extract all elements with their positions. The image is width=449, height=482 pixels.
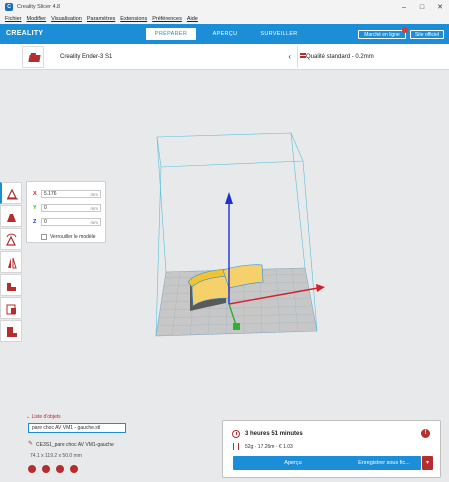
- support-blocker-button[interactable]: [0, 274, 22, 296]
- scale-tool-button[interactable]: [0, 205, 22, 227]
- move-tool-panel: X 5.176 mm Y 0 mm Z 0 mm Verrouiller le …: [26, 181, 106, 243]
- object-action-3-icon[interactable]: [56, 465, 64, 473]
- rotate-icon: [6, 233, 17, 246]
- z-input[interactable]: 0 mm: [41, 217, 101, 226]
- x-unit: mm: [90, 191, 99, 197]
- custom-support-icon: [7, 327, 17, 337]
- info-icon[interactable]: !: [421, 429, 430, 438]
- save-to-file-button[interactable]: Enregistrer sous fic...: [347, 456, 421, 470]
- open-file-button[interactable]: [22, 46, 44, 68]
- menu-bar: Fichier Modifier Visualisation Paramètre…: [0, 14, 449, 24]
- object-action-4-icon[interactable]: [70, 465, 78, 473]
- printer-bar: Creality Ender-3 S1 ‹ Qualité standard -…: [0, 44, 449, 70]
- pencil-icon[interactable]: ✎: [28, 440, 33, 447]
- spool-icon: [233, 443, 239, 450]
- creality-logo: CREALITY: [6, 30, 44, 37]
- y-input[interactable]: 0 mm: [41, 203, 101, 212]
- x-value: 5.176: [44, 190, 57, 197]
- x-row: X 5.176 mm: [33, 189, 101, 198]
- marketplace-button[interactable]: Marché en ligne: [358, 30, 406, 39]
- object-list-toggle[interactable]: ⌄ Liste d'objets: [26, 414, 61, 420]
- clock-icon: [232, 430, 240, 438]
- move-icon: [7, 188, 18, 200]
- app-logo-icon: C: [5, 3, 13, 11]
- printer-name: Creality Ender-3 S1: [60, 54, 113, 60]
- print-time: 3 heures 51 minutes: [245, 431, 303, 437]
- y-unit: mm: [90, 205, 99, 211]
- menu-view[interactable]: Visualisation: [51, 16, 82, 22]
- z-row: Z 0 mm: [33, 217, 101, 226]
- menu-edit[interactable]: Modifier: [27, 16, 47, 22]
- support-blocker-icon: [7, 283, 16, 291]
- object-list-header: Liste d'objets: [31, 414, 61, 420]
- tab-prepare[interactable]: PRÉPARER: [146, 28, 196, 40]
- object-list-item[interactable]: pare choc AV VM1 - gauche.stl: [28, 423, 126, 433]
- print-settings-selector[interactable]: Qualité standard - 0.2mm: [306, 54, 374, 60]
- stage-header: CREALITY PRÉPARER APERÇU SURVEILLER Marc…: [0, 24, 449, 44]
- stage-tabs: PRÉPARER APERÇU SURVEILLER: [146, 28, 308, 40]
- mirror-icon: [8, 257, 17, 269]
- close-icon[interactable]: ✕: [431, 0, 449, 14]
- object-list: ⌄ Liste d'objets pare choc AV VM1 - gauc…: [26, 414, 146, 474]
- scale-icon: [7, 214, 16, 222]
- object-action-2-icon[interactable]: [42, 465, 50, 473]
- menu-file[interactable]: Fichier: [5, 16, 22, 22]
- maximize-icon[interactable]: □: [413, 0, 431, 14]
- save-options-dropdown[interactable]: ▾: [422, 456, 433, 470]
- rotate-tool-button[interactable]: [0, 228, 22, 250]
- menu-extensions[interactable]: Extensions: [120, 16, 147, 22]
- signin-button[interactable]: Site officiel: [410, 30, 444, 39]
- model-dimensions: 74.1 x 119.2 x 50.0 mm: [30, 453, 82, 459]
- tab-preview[interactable]: APERÇU: [200, 28, 250, 40]
- mirror-tool-button[interactable]: [0, 251, 22, 273]
- lock-model-option[interactable]: Verrouiller le modèle: [41, 234, 96, 240]
- z-value: 0: [44, 218, 47, 225]
- z-label: Z: [33, 218, 37, 225]
- per-model-settings-button[interactable]: [0, 297, 22, 319]
- tool-sidebar: [0, 177, 22, 345]
- job-name: CE3S1_pare choc AV VM1-gauche: [36, 442, 114, 448]
- per-model-icon: [6, 304, 16, 315]
- y-label: Y: [33, 204, 37, 211]
- job-action-panel: 3 heures 51 minutes ! 52g · 17.26m · € 1…: [222, 420, 441, 478]
- menu-preferences[interactable]: Préférences: [152, 16, 182, 22]
- folder-icon: [28, 55, 41, 62]
- y-row: Y 0 mm: [33, 203, 101, 212]
- lock-model-label: Verrouiller le modèle: [50, 234, 96, 240]
- y-value: 0: [44, 204, 47, 211]
- title-bar: C Creality Slicer 4.8 – □ ✕: [0, 0, 449, 14]
- chevron-left-icon: ‹: [288, 52, 291, 61]
- window-title: Creality Slicer 4.8: [17, 4, 61, 10]
- x-label: X: [33, 190, 37, 197]
- custom-support-button[interactable]: [0, 320, 22, 342]
- quality-settings-icon: [300, 53, 306, 60]
- tab-monitor[interactable]: SURVEILLER: [254, 28, 304, 40]
- notification-badge: [402, 27, 408, 33]
- move-tool-button[interactable]: [0, 182, 22, 204]
- object-action-1-icon[interactable]: [28, 465, 36, 473]
- object-actions: [28, 465, 84, 473]
- minimize-icon[interactable]: –: [395, 0, 413, 14]
- lock-model-checkbox[interactable]: [41, 234, 47, 240]
- preview-button[interactable]: Aperçu: [233, 456, 353, 470]
- x-input[interactable]: 5.176 mm: [41, 189, 101, 198]
- menu-help[interactable]: Aide: [187, 16, 198, 22]
- z-unit: mm: [90, 219, 99, 225]
- material-estimate: 52g · 17.26m · € 1.03: [245, 444, 293, 450]
- printer-selector[interactable]: Creality Ender-3 S1 ‹: [50, 46, 298, 68]
- menu-settings[interactable]: Paramètres: [87, 16, 115, 22]
